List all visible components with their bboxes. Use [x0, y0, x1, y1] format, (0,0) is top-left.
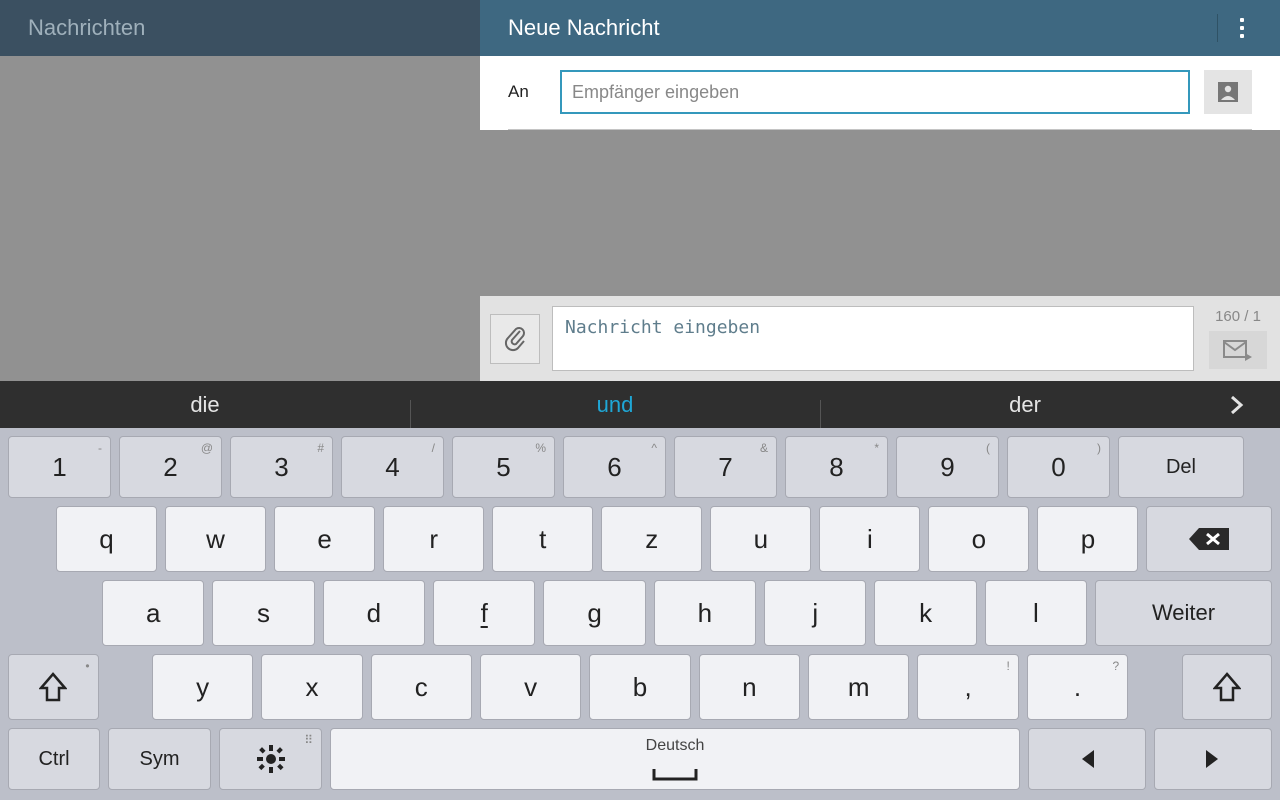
suggestion-2[interactable]: und: [410, 392, 820, 418]
key-sym[interactable]: Sym: [108, 728, 211, 790]
key-j[interactable]: j: [764, 580, 866, 646]
triangle-left-icon: [1078, 748, 1096, 770]
keyboard-row-1: 1- 2@ 3# 4/ 5% 6^ 7& 8* 9( 0) Del: [8, 436, 1272, 498]
key-c[interactable]: c: [371, 654, 472, 720]
key-m[interactable]: m: [808, 654, 909, 720]
key-g[interactable]: g: [543, 580, 645, 646]
key-shift-left[interactable]: •: [8, 654, 99, 720]
key-v[interactable]: v: [480, 654, 581, 720]
key-3[interactable]: 3#: [230, 436, 333, 498]
key-period[interactable]: .?: [1027, 654, 1128, 720]
key-6[interactable]: 6^: [563, 436, 666, 498]
key-arrow-right[interactable]: [1154, 728, 1272, 790]
shift-icon: [1213, 672, 1241, 702]
spacebar-icon: [652, 767, 698, 781]
overflow-menu-button[interactable]: [1222, 0, 1262, 56]
key-4[interactable]: 4/: [341, 436, 444, 498]
keyboard: 1- 2@ 3# 4/ 5% 6^ 7& 8* 9( 0) Del q w e …: [0, 428, 1280, 800]
recipient-label: An: [508, 82, 546, 102]
key-z[interactable]: z: [601, 506, 702, 572]
suggestion-bar: die und der: [0, 381, 1280, 428]
key-p[interactable]: p: [1037, 506, 1138, 572]
message-input[interactable]: [552, 306, 1194, 371]
recipient-input[interactable]: [560, 70, 1190, 114]
key-o[interactable]: o: [928, 506, 1029, 572]
key-k[interactable]: k: [874, 580, 976, 646]
key-enter[interactable]: Weiter: [1095, 580, 1272, 646]
key-i[interactable]: i: [819, 506, 920, 572]
pick-contact-button[interactable]: [1204, 70, 1252, 114]
key-n[interactable]: n: [699, 654, 800, 720]
send-button[interactable]: [1209, 331, 1267, 369]
contact-icon: [1216, 80, 1240, 104]
recipient-row: An: [480, 56, 1280, 130]
keyboard-row-4: • y x c v b n m ,! .?: [8, 654, 1272, 720]
key-w[interactable]: w: [165, 506, 266, 572]
suggestion-expand-button[interactable]: [1230, 395, 1280, 415]
key-2[interactable]: 2@: [119, 436, 222, 498]
key-t[interactable]: t: [492, 506, 593, 572]
conversation-list-header: Nachrichten: [0, 0, 480, 56]
key-e[interactable]: e: [274, 506, 375, 572]
key-l[interactable]: l: [985, 580, 1087, 646]
key-ctrl[interactable]: Ctrl: [8, 728, 100, 790]
keyboard-row-5: Ctrl Sym ⠿ Deutsch: [8, 728, 1272, 790]
key-shift-right[interactable]: [1182, 654, 1273, 720]
divider: [508, 129, 1252, 130]
key-r[interactable]: r: [383, 506, 484, 572]
key-0[interactable]: 0): [1007, 436, 1110, 498]
key-u[interactable]: u: [710, 506, 811, 572]
character-counter: 160 / 1: [1215, 308, 1261, 325]
header-divider: [1217, 14, 1218, 42]
key-5[interactable]: 5%: [452, 436, 555, 498]
compose-bar: 160 / 1: [480, 296, 1280, 381]
key-backspace[interactable]: [1146, 506, 1272, 572]
key-del[interactable]: Del: [1118, 436, 1244, 498]
suggestion-1[interactable]: die: [0, 392, 410, 418]
key-1[interactable]: 1-: [8, 436, 111, 498]
triangle-right-icon: [1204, 748, 1222, 770]
key-8[interactable]: 8*: [785, 436, 888, 498]
chevron-right-icon: [1230, 395, 1244, 415]
key-space[interactable]: Deutsch: [330, 728, 1020, 790]
key-b[interactable]: b: [589, 654, 690, 720]
key-d[interactable]: d: [323, 580, 425, 646]
key-h[interactable]: h: [654, 580, 756, 646]
key-x[interactable]: x: [261, 654, 362, 720]
send-icon: [1223, 339, 1253, 361]
key-f[interactable]: f: [433, 580, 535, 646]
key-9[interactable]: 9(: [896, 436, 999, 498]
key-s[interactable]: s: [212, 580, 314, 646]
keyboard-row-3: a s d f g h j k l Weiter: [8, 580, 1272, 646]
key-q[interactable]: q: [56, 506, 157, 572]
key-7[interactable]: 7&: [674, 436, 777, 498]
suggestion-3[interactable]: der: [820, 392, 1230, 418]
key-comma[interactable]: ,!: [917, 654, 1018, 720]
key-arrow-left[interactable]: [1028, 728, 1146, 790]
compose-title: Neue Nachricht: [508, 15, 660, 41]
paperclip-icon: [503, 325, 527, 353]
compose-header: Neue Nachricht: [480, 0, 1280, 56]
gear-icon: [256, 744, 286, 774]
shift-icon: [39, 672, 67, 702]
keyboard-row-2: q w e r t z u i o p: [8, 506, 1272, 572]
key-a[interactable]: a: [102, 580, 204, 646]
attach-button[interactable]: [490, 314, 540, 364]
key-settings[interactable]: ⠿: [219, 728, 322, 790]
send-column: 160 / 1: [1206, 308, 1270, 369]
app-title: Nachrichten: [28, 15, 145, 41]
key-y[interactable]: y: [152, 654, 253, 720]
backspace-icon: [1187, 526, 1231, 552]
